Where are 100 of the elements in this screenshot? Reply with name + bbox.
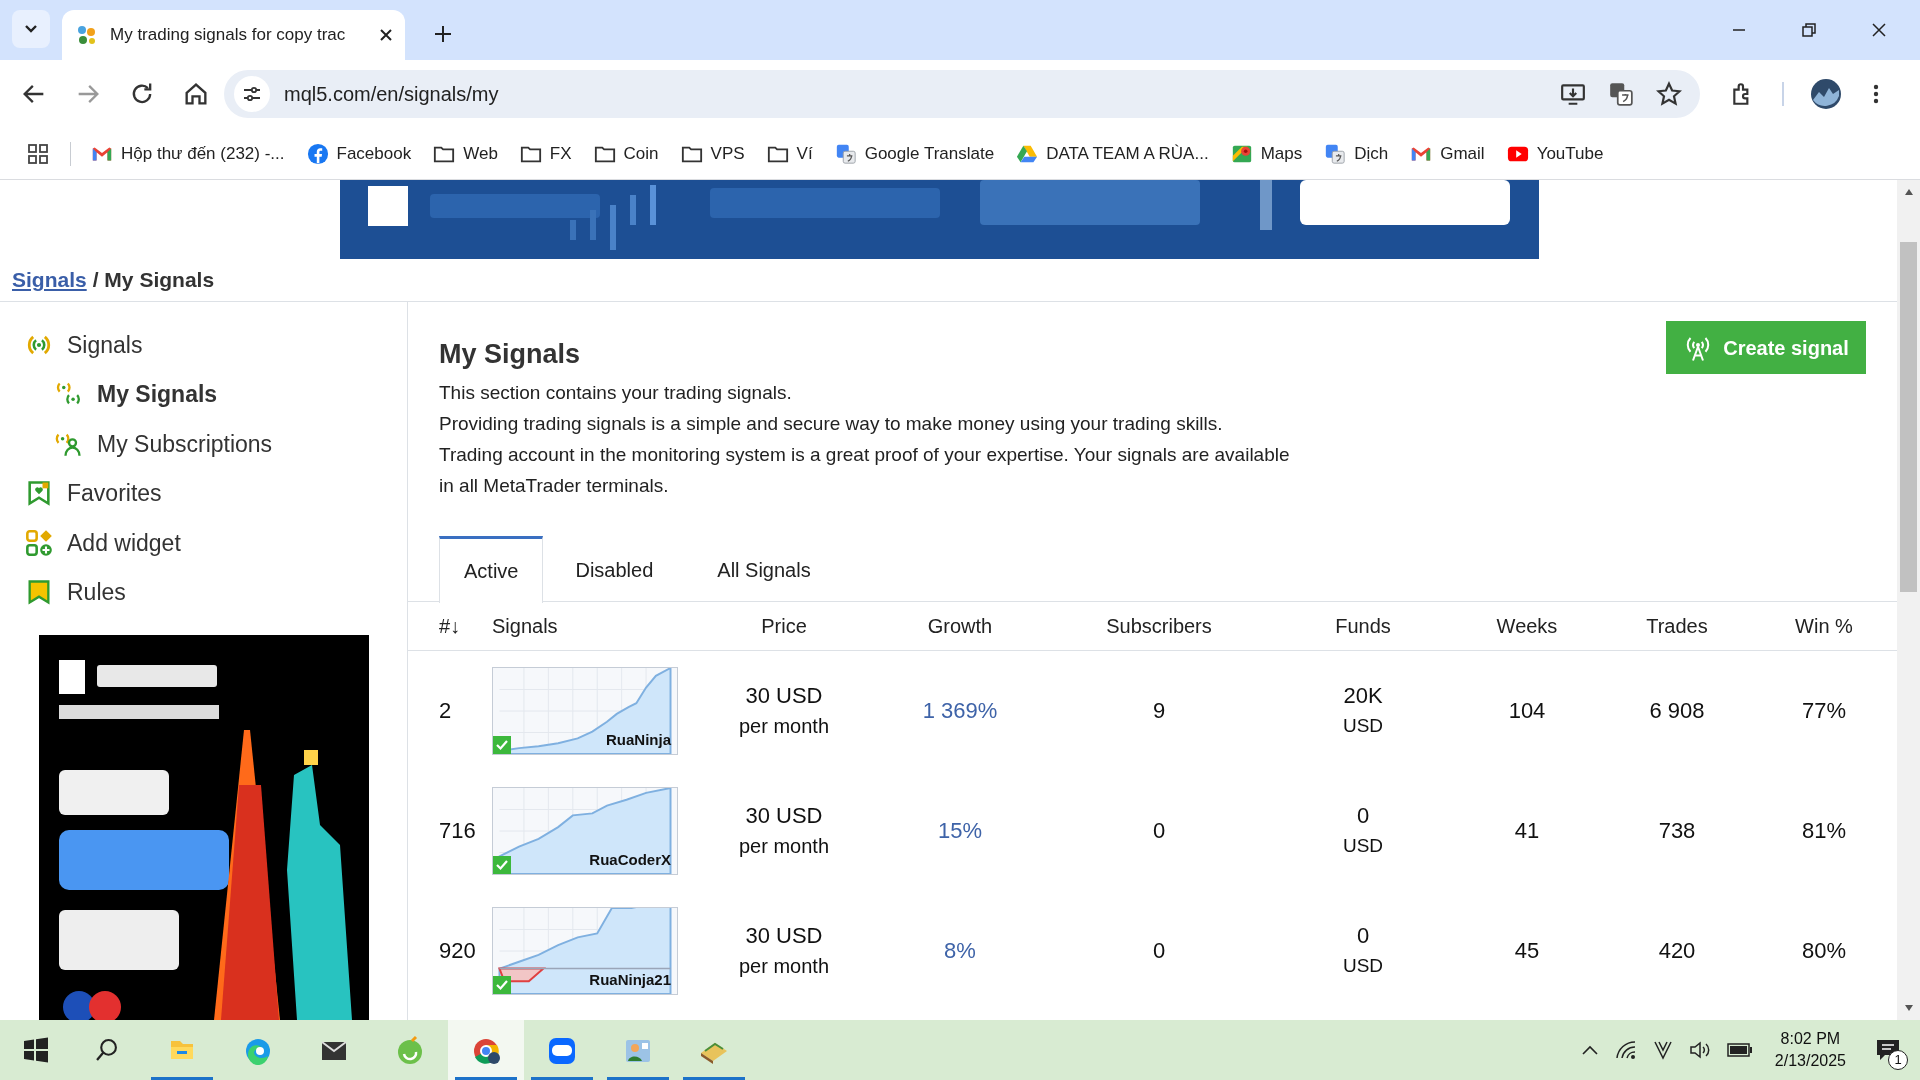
avatar-icon[interactable] [1810, 78, 1842, 110]
bookmark[interactable]: Ví [766, 140, 813, 167]
leaf-app-icon [395, 1035, 425, 1065]
column-header[interactable]: Price [692, 610, 876, 641]
arrow-down-icon[interactable] [1903, 1004, 1914, 1012]
tab[interactable]: Active [439, 535, 544, 603]
star-icon[interactable] [1656, 81, 1682, 107]
table-cell-text: 41 [1513, 817, 1541, 845]
column-header[interactable]: Subscribers [1044, 610, 1274, 641]
column-header[interactable]: Win % [1752, 610, 1896, 641]
taskbar-app[interactable] [448, 1020, 524, 1080]
facebook-icon [306, 142, 329, 165]
close-icon[interactable] [379, 28, 393, 42]
scrollbar-thumb[interactable] [1900, 242, 1917, 592]
growth-value: 8% [943, 937, 977, 965]
tab[interactable]: All Signals [693, 535, 835, 602]
price-period: per month [738, 833, 830, 859]
sidebar-item[interactable]: My Subscriptions [0, 419, 407, 469]
column-header[interactable]: Funds [1274, 610, 1452, 641]
tab-title: My trading signals for copy trac [110, 24, 347, 47]
check-icon [493, 855, 511, 874]
chat-app-icon [547, 1035, 577, 1065]
address-bar[interactable]: mql5.com/en/signals/my [224, 70, 1700, 118]
network-icon[interactable] [1614, 1040, 1637, 1060]
bookmark[interactable]: FX [519, 140, 572, 167]
price-period: per month [738, 953, 830, 979]
site-info-button[interactable] [234, 76, 270, 112]
notification-count: 1 [1888, 1050, 1908, 1070]
apps-icon[interactable] [28, 143, 48, 164]
signal-chart[interactable]: RuaNinja21 [492, 906, 678, 995]
new-tab-icon[interactable] [433, 24, 453, 44]
table-cell-text: 80% [1800, 937, 1847, 965]
menu-icon[interactable] [1872, 82, 1880, 106]
speaker-icon[interactable] [1688, 1040, 1711, 1060]
sidebar-item[interactable]: Favorites [0, 468, 407, 518]
bookmark[interactable]: Web [433, 140, 498, 167]
column-header[interactable]: Weeks [1452, 610, 1602, 641]
sidebar-item[interactable]: My Signals [0, 369, 407, 419]
restore-icon[interactable] [1802, 23, 1816, 37]
table-cell-text: 104 [1507, 697, 1547, 725]
arrow-up-icon[interactable] [1903, 188, 1914, 196]
translate-icon [834, 142, 857, 165]
table-cell-text: 77% [1800, 697, 1847, 725]
bookmark[interactable]: Facebook [306, 140, 412, 167]
sidebar-item[interactable]: Signals [0, 320, 407, 370]
clock-time[interactable]: 8:02 PM [1780, 1028, 1841, 1050]
table-cell-text: 9 [1151, 697, 1167, 725]
bookmark[interactable]: Coin [593, 140, 659, 167]
page-title: My Signals [439, 338, 582, 371]
widget-icon [25, 528, 53, 557]
translate-icon[interactable] [1608, 81, 1634, 107]
table-cell-text: 0 [1151, 937, 1167, 965]
scrollbar[interactable] [1897, 180, 1920, 1020]
table-cell-text: 0 [1151, 817, 1167, 845]
bookmark[interactable]: DATA TEAM A RÙA... [1016, 140, 1209, 167]
tab-list-button[interactable] [12, 10, 50, 48]
column-header[interactable]: Growth [876, 610, 1044, 641]
signal-chart[interactable]: RuaNinja [492, 666, 678, 755]
bookmark[interactable]: Dịch [1324, 140, 1389, 167]
price-period: per month [738, 713, 830, 739]
currency-text: USD [1342, 953, 1384, 978]
column-header[interactable]: Signals [492, 610, 692, 641]
growth-value: 1 369% [921, 697, 999, 725]
signal-chart[interactable]: RuaCoderX [492, 786, 678, 875]
bookmark[interactable]: VPS [680, 140, 745, 167]
table-cell-text: 920 [439, 937, 477, 965]
table-cell-text: 716 [439, 817, 477, 845]
clock-date[interactable]: 2/13/2025 [1774, 1050, 1846, 1072]
search-icon[interactable] [96, 1039, 118, 1061]
table-cell-text: 2 [439, 697, 453, 725]
bookmark[interactable]: Gmail [1410, 140, 1485, 167]
install-icon[interactable] [1560, 81, 1586, 107]
breadcrumb-current: / My Signals [92, 267, 215, 294]
close-icon[interactable] [1872, 23, 1886, 37]
funds-value: 0 [1356, 921, 1370, 950]
description-text: Providing trading signals is a simple and secure way to make money using your trading skills. [439, 411, 1224, 436]
funds-value: 0 [1356, 801, 1370, 830]
sidebar-item[interactable]: Rules [0, 567, 407, 617]
windows-icon[interactable] [24, 1037, 48, 1063]
sliders-icon [242, 84, 262, 104]
signal-name: RuaNinja21 [589, 970, 671, 990]
column-header[interactable]: #↓ [439, 610, 492, 641]
signal-name: RuaCoderX [589, 850, 671, 870]
bookmark-heart-icon [25, 479, 53, 508]
bookmark[interactable]: Hộp thư đến (232) -... [91, 140, 285, 167]
column-header[interactable]: Trades [1602, 610, 1752, 641]
url-text: mql5.com/en/signals/my [284, 82, 500, 107]
check-icon [493, 975, 511, 994]
browser-tab[interactable]: My trading signals for copy trac [62, 10, 405, 60]
bookmark[interactable]: YouTube [1506, 140, 1604, 167]
chevron-up-icon[interactable] [1580, 1044, 1599, 1056]
battery-icon[interactable] [1726, 1043, 1753, 1057]
breadcrumb-link[interactable]: Signals [12, 264, 87, 296]
table-cell-text: 420 [1657, 937, 1697, 965]
tab[interactable]: Disabled [551, 535, 678, 602]
bookmark[interactable]: Maps [1230, 140, 1303, 167]
bookmark[interactable]: Google Translate [834, 140, 995, 167]
growth-value: 15% [936, 817, 983, 845]
table-cell-text: 6 908 [1648, 697, 1706, 725]
sidebar-item[interactable]: Add widget [0, 518, 407, 568]
